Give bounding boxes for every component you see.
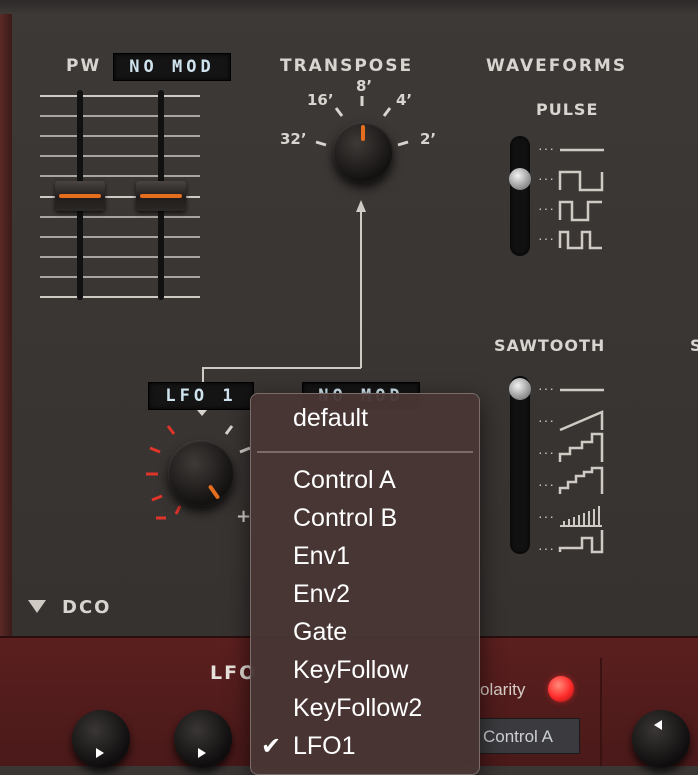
transpose-knob[interactable]: [333, 122, 393, 182]
dco-collapse-icon[interactable]: [28, 600, 46, 613]
transpose-knob-indicator: [361, 125, 365, 141]
mod-routing-lines: [202, 200, 366, 384]
menu-item-env1[interactable]: Env1: [293, 542, 350, 571]
sawtooth-slider[interactable]: [510, 376, 530, 554]
menu-item-env2[interactable]: Env2: [293, 580, 350, 609]
sawtooth-label: SAWTOOTH: [494, 336, 606, 355]
menu-item-keyfollow2[interactable]: KeyFollow2: [293, 694, 422, 723]
pulse-label: PULSE: [536, 100, 599, 119]
lfo-panel-divider-2: [600, 658, 602, 766]
menu-item-control-b[interactable]: Control B: [293, 504, 397, 533]
mod-amount-knob[interactable]: [168, 440, 234, 506]
pw-fader-2-handle[interactable]: [136, 181, 186, 211]
pulse-slider[interactable]: [510, 136, 530, 256]
polarity-led[interactable]: [548, 676, 574, 702]
dco-section-label[interactable]: DCO: [62, 597, 111, 618]
pulse-waveform-icons: [558, 148, 604, 250]
sawtooth-slider-thumb[interactable]: [509, 378, 531, 400]
mod-source-dropdown-menu: default Control A Control B Env1 Env2 Ga…: [250, 393, 480, 775]
waveforms-label: WAVEFORMS: [486, 56, 628, 76]
checkmark-icon: ✔: [261, 732, 282, 760]
menu-item-gate[interactable]: Gate: [293, 618, 347, 647]
sawtooth-waveform-icons: [558, 388, 604, 554]
control-select[interactable]: Control A: [476, 718, 580, 754]
pulse-slider-thumb[interactable]: [509, 168, 531, 190]
pw-fader-1-handle[interactable]: [55, 181, 105, 211]
menu-item-control-a[interactable]: Control A: [293, 466, 396, 495]
pw-mod-display[interactable]: NO MOD: [113, 53, 231, 81]
lfo-knob-1[interactable]: [72, 710, 130, 768]
sawtooth-label-cut: S: [690, 336, 698, 355]
lfo-knob-3[interactable]: [632, 710, 690, 768]
menu-item-keyfollow[interactable]: KeyFollow: [293, 656, 408, 685]
transpose-label: TRANSPOSE: [280, 56, 414, 76]
menu-item-lfo1[interactable]: LFO1: [293, 732, 356, 761]
polarity-label: olarity: [480, 680, 526, 699]
left-rail: [0, 0, 12, 636]
menu-item-default[interactable]: default: [293, 404, 368, 433]
lfo-source-display[interactable]: LFO 1: [148, 382, 254, 410]
top-rail: [0, 0, 698, 14]
pw-label: PW: [66, 56, 102, 76]
mod-amount-knob-indicator: [207, 484, 221, 500]
lfo-knob-2[interactable]: [174, 710, 232, 768]
menu-separator: [257, 451, 473, 453]
